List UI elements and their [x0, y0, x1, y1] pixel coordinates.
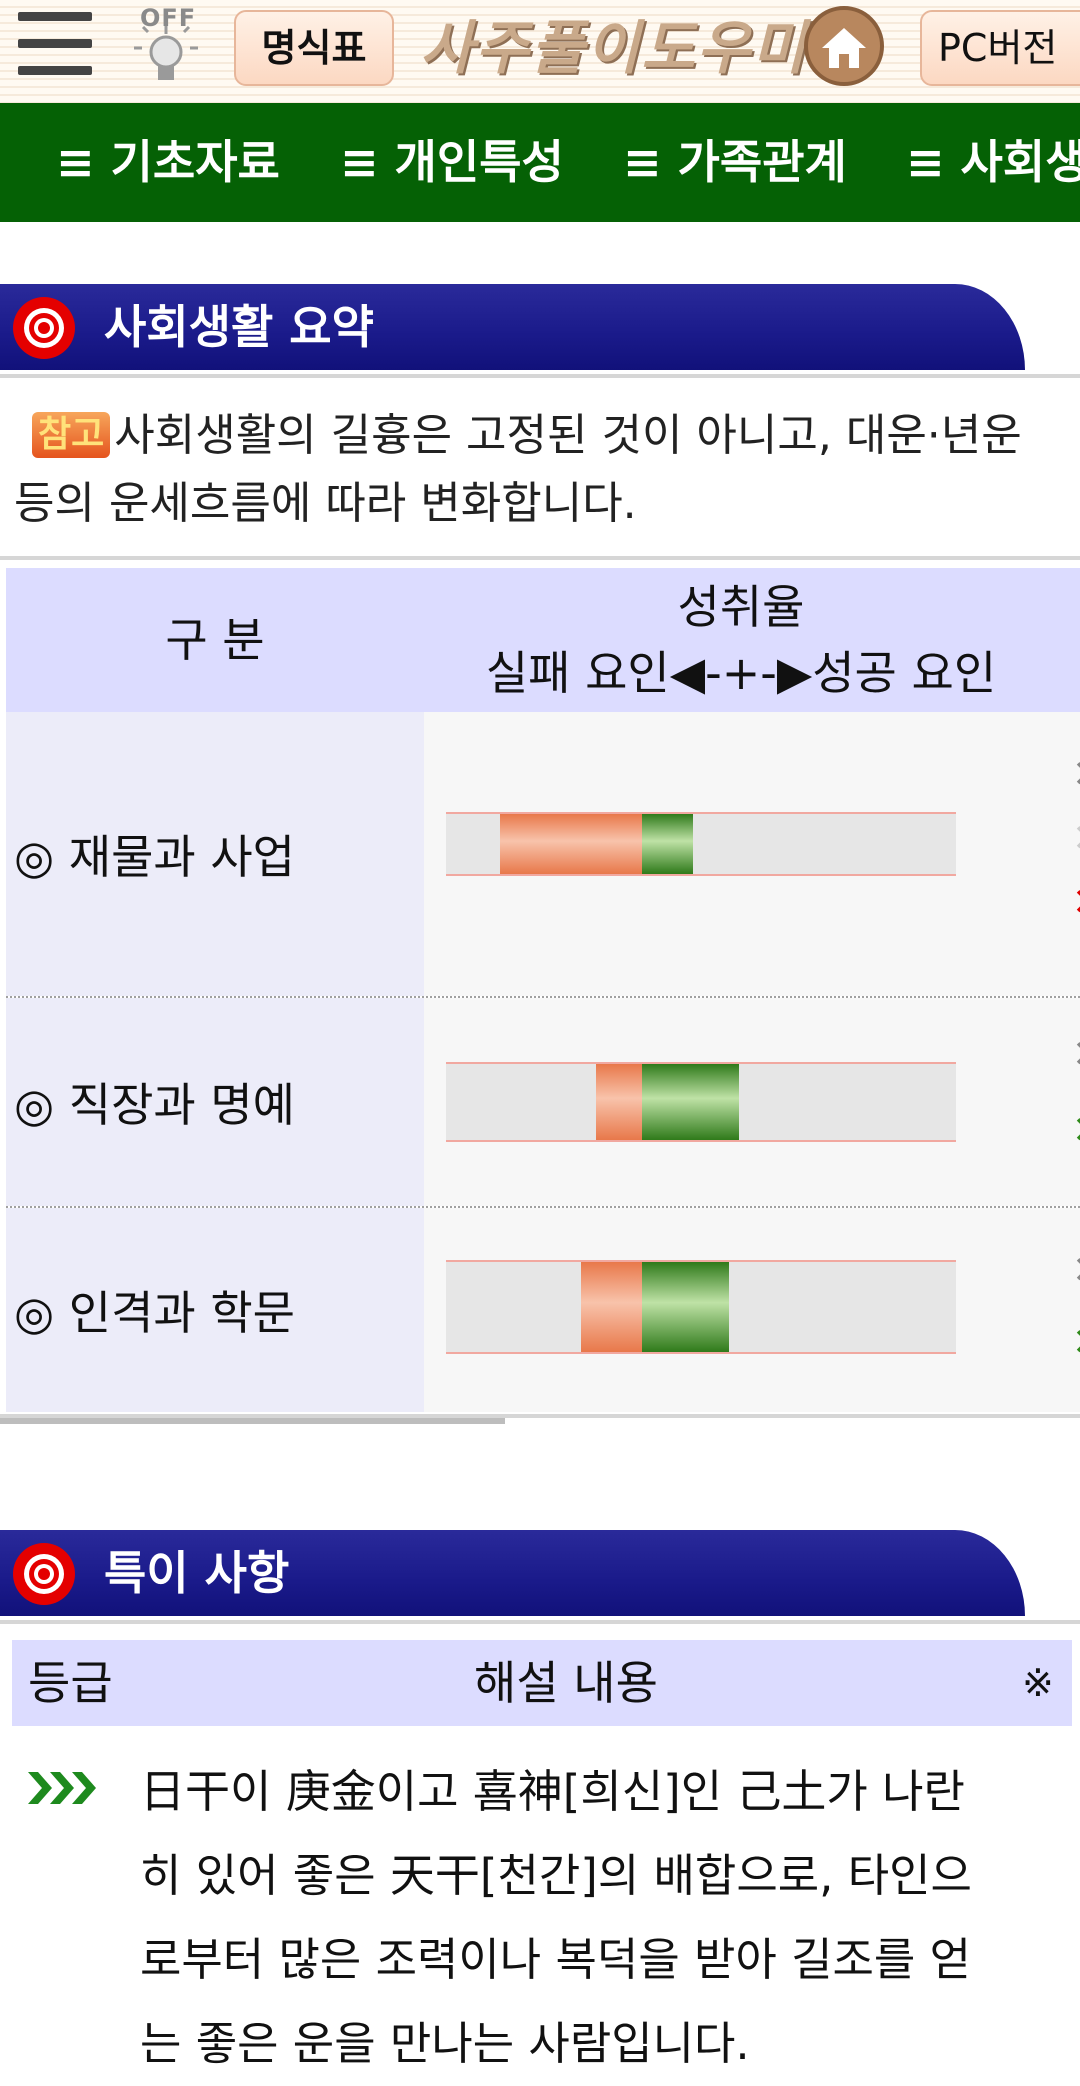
grade-mark-icon: ✕: [1072, 752, 1080, 796]
grade-mark-icon: ✕: [1072, 880, 1080, 924]
special-table-header: 등급 해설 내용 ※: [12, 1640, 1072, 1726]
top-bar: OFF 명식표 사주풀이도우미 PC버전: [0, 0, 1080, 104]
nav-item-social[interactable]: ≡ 사회생: [906, 103, 1080, 222]
table-row: ◎ 인격과 학문 ✕ ✕: [6, 1208, 1080, 1412]
achievement-bar: [446, 812, 956, 876]
target-icon: [13, 297, 75, 359]
content-header: 해설 내용: [474, 1656, 658, 1710]
good-grade-icon: [28, 1772, 96, 1804]
menu-icon[interactable]: [18, 12, 92, 76]
fail-factor-bar: [499, 814, 643, 874]
row-label: ◎ 재물과 사업: [6, 712, 424, 996]
light-toggle[interactable]: OFF: [134, 4, 206, 86]
divider: [0, 1620, 1080, 1624]
success-factor-bar: [642, 1064, 740, 1140]
myeongsik-button[interactable]: 명식표: [234, 10, 394, 86]
achievement-bar: [446, 1260, 956, 1354]
special-notes-header: 특이 사항: [0, 1530, 1025, 1616]
table-header: 구 분 성취율 실패 요인◀-+-▶성공 요인: [6, 568, 1080, 712]
fail-factor-bar: [581, 1262, 643, 1352]
reference-note: 참고 사회생활의 길흉은 고정된 것이 아니고, 대운·년운 등의 운세흐름에 따…: [14, 402, 1074, 538]
achievement-table: 구 분 성취율 실패 요인◀-+-▶성공 요인 ◎ 재물과 사업 ✕ ✕ ✕ ◎…: [6, 568, 1080, 1418]
bar-cell: ✕ ✕: [424, 998, 1080, 1206]
target-icon: [13, 1543, 75, 1605]
grade-mark-icon: ✕: [1072, 816, 1080, 860]
nav-item-family[interactable]: ≡ 가족관계: [623, 103, 847, 222]
divider: [0, 374, 1080, 378]
row-label: ◎ 직장과 명예: [6, 998, 424, 1206]
success-factor-bar: [642, 1262, 730, 1352]
special-entry-text: 日干이 庚金이고 喜神[희신]인 己土가 나란히 있어 좋은 天干[천간]의 배…: [140, 1765, 972, 2070]
success-factor-bar: [642, 814, 694, 874]
bar-cell: ✕ ✕: [424, 1208, 1080, 1412]
grade-mark-icon: ✕: [1072, 1248, 1080, 1292]
reference-badge: 참고: [32, 412, 111, 458]
section-title: 사회생활 요약: [104, 300, 374, 354]
app-logo[interactable]: 사주풀이도우미: [420, 8, 808, 88]
bar-cell: ✕ ✕ ✕: [424, 712, 1080, 996]
grade-mark-icon: ✕: [1072, 1032, 1080, 1076]
rate-legend: 실패 요인◀-+-▶성공 요인: [485, 646, 997, 700]
social-summary-header: 사회생활 요약: [0, 284, 1025, 370]
table-scrollbar[interactable]: [0, 1418, 505, 1424]
home-icon[interactable]: [802, 4, 886, 88]
rate-title: 성취율: [677, 580, 805, 634]
achievement-bar: [446, 1062, 956, 1142]
row-label: ◎ 인격과 학문: [6, 1208, 424, 1412]
note-text: 사회생활의 길흉은 고정된 것이 아니고, 대운·년운 등의 운세흐름에 따라 …: [14, 410, 1022, 529]
rate-header: 성취율 실패 요인◀-+-▶성공 요인: [424, 574, 1058, 706]
divider: [0, 556, 1080, 560]
fail-factor-bar: [596, 1064, 643, 1140]
nav-item-personal[interactable]: ≡ 개인특성: [340, 103, 564, 222]
table-row: ◎ 재물과 사업 ✕ ✕ ✕: [6, 712, 1080, 996]
note-mark: ※: [1022, 1661, 1054, 1705]
table-row: ◎ 직장과 명예 ✕ ✕: [6, 998, 1080, 1206]
grade-header: 등급: [28, 1656, 113, 1710]
main-nav: ≡ 기초자료 ≡ 개인특성 ≡ 가족관계 ≡ 사회생: [0, 103, 1080, 222]
grade-mark-icon: ✕: [1072, 1320, 1080, 1364]
grade-mark-icon: ✕: [1072, 1108, 1080, 1152]
section-title: 특이 사항: [104, 1546, 290, 1600]
nav-item-basic[interactable]: ≡ 기초자료: [56, 103, 280, 222]
category-header: 구 분: [165, 613, 265, 667]
lightbulb-icon: [134, 26, 198, 80]
pc-version-button[interactable]: PC버전: [920, 10, 1080, 86]
